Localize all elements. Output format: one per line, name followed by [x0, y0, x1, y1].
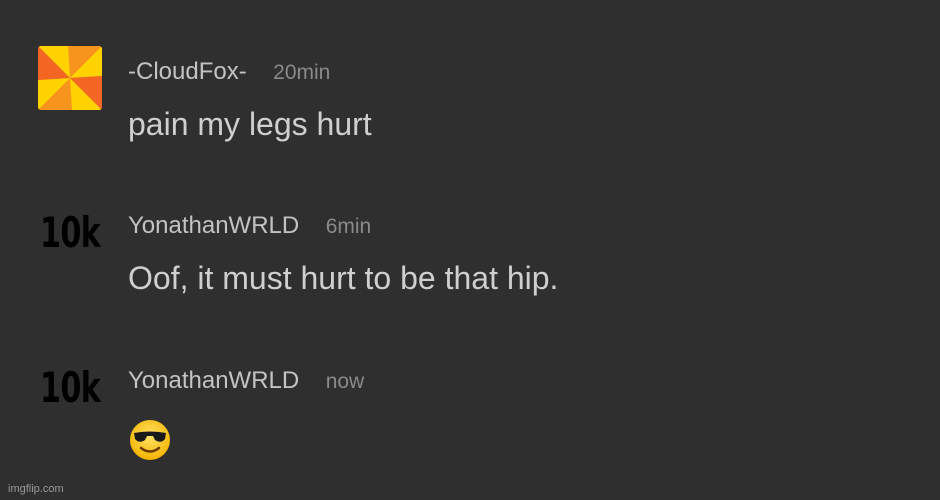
comment-header: YonathanWRLD now — [128, 367, 364, 395]
comment-text: pain my legs hurt — [128, 106, 372, 142]
user-avatar[interactable] — [38, 46, 102, 110]
username[interactable]: YonathanWRLD — [128, 212, 299, 239]
user-avatar[interactable]: 10k — [40, 363, 101, 413]
comment-header: -CloudFox- 20min — [128, 58, 330, 86]
smiling-face-with-sunglasses-icon — [128, 418, 172, 462]
pinwheel-avatar-icon — [38, 46, 102, 110]
timestamp: now — [325, 370, 365, 393]
username[interactable]: YonathanWRLD — [128, 367, 299, 394]
timestamp: 6min — [325, 215, 372, 238]
comment-text: Oof, it must hurt to be that hip. — [128, 260, 559, 296]
username[interactable]: -CloudFox- — [128, 58, 247, 85]
user-avatar[interactable]: 10k — [40, 208, 101, 258]
comment-header: YonathanWRLD 6min — [128, 212, 371, 240]
watermark: imgflip.com — [8, 483, 64, 495]
timestamp: 20min — [273, 61, 331, 84]
